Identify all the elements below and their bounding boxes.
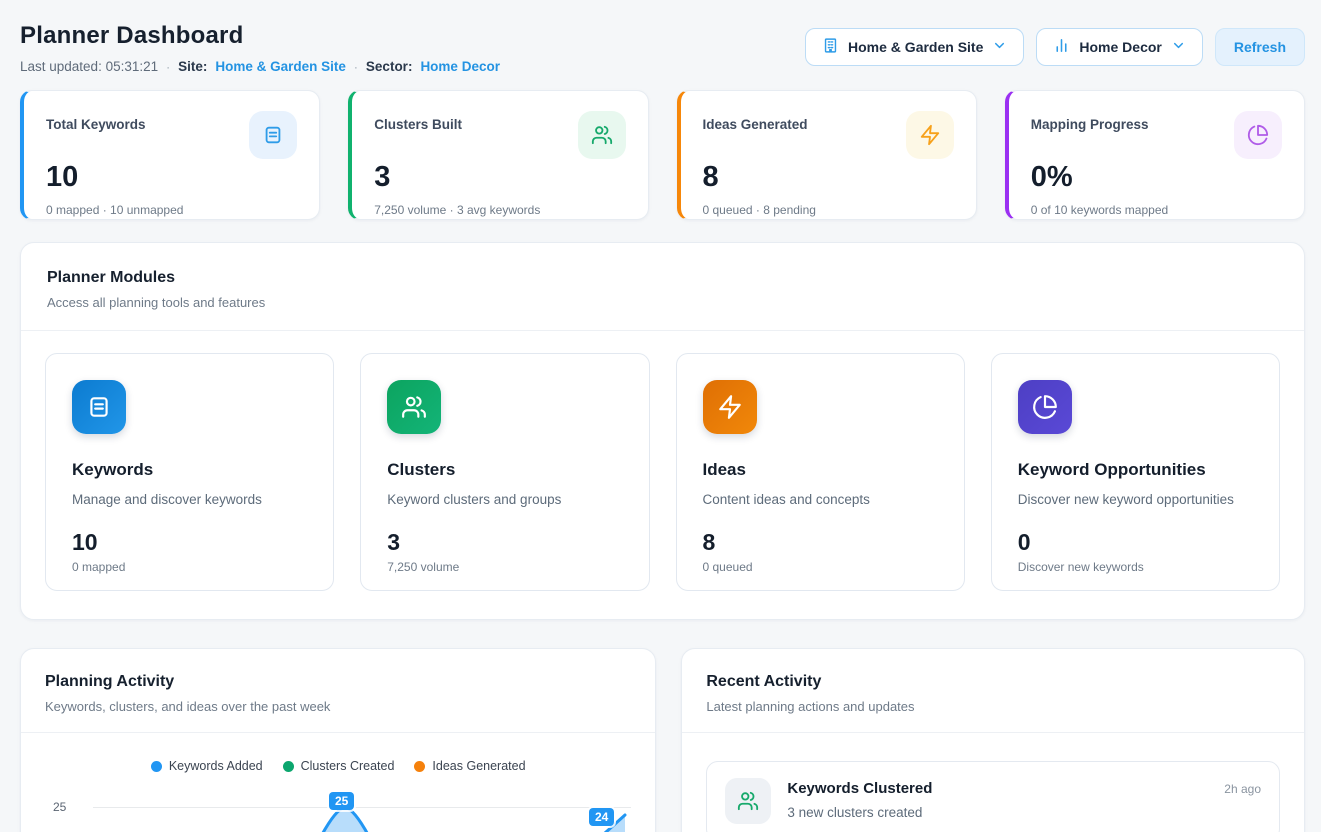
sector-label: Sector: (366, 59, 413, 74)
meta-separator: · (354, 60, 358, 74)
legend-item-clusters-created: Clusters Created (283, 759, 395, 773)
chevron-down-icon (1171, 38, 1186, 56)
stat-sub: 0 mapped · 10 unmapped (46, 203, 297, 217)
modules-grid: Keywords Manage and discover keywords 10… (21, 331, 1304, 591)
legend-label: Clusters Created (301, 759, 395, 773)
module-title: Ideas (703, 460, 938, 480)
chevron-down-icon (992, 38, 1007, 56)
legend-item-keywords-added: Keywords Added (151, 759, 263, 773)
pie-chart-icon (1018, 380, 1072, 434)
module-sub: 7,250 volume (387, 560, 622, 574)
stat-card-mapping-progress: Mapping Progress 0% 0 of 10 keywords map… (1005, 90, 1305, 220)
document-icon (72, 380, 126, 434)
bottom-row: Planning Activity Keywords, clusters, an… (20, 648, 1305, 832)
sector-link[interactable]: Home Decor (420, 59, 500, 74)
title-block: Planner Dashboard Last updated: 05:31:21… (20, 22, 500, 74)
topbar: Planner Dashboard Last updated: 05:31:21… (20, 22, 1305, 74)
module-description: Content ideas and concepts (703, 492, 938, 507)
planner-modules-section: Planner Modules Access all planning tool… (20, 242, 1305, 620)
activity-title: Keywords Clustered (787, 780, 932, 797)
activity-list: Keywords Clustered 2h ago 3 new clusters… (682, 733, 1304, 832)
stat-sub: 7,250 volume · 3 avg keywords (374, 203, 625, 217)
header-controls: Home & Garden Site Home Decor Refresh (805, 28, 1305, 66)
module-card-ideas[interactable]: Ideas Content ideas and concepts 8 0 que… (676, 353, 965, 591)
planning-activity-title: Planning Activity (45, 673, 631, 691)
module-card-clusters[interactable]: Clusters Keyword clusters and groups 3 7… (360, 353, 649, 591)
stat-value: 8 (703, 161, 954, 194)
stat-label: Ideas Generated (703, 111, 808, 132)
users-icon (387, 380, 441, 434)
module-title: Keywords (72, 460, 307, 480)
module-description: Discover new keyword opportunities (1018, 492, 1253, 507)
site-dropdown[interactable]: Home & Garden Site (805, 28, 1024, 66)
module-card-keyword-opportunities[interactable]: Keyword Opportunities Discover new keywo… (991, 353, 1280, 591)
activity-description: 3 new clusters created (787, 805, 1261, 820)
planning-activity-panel: Planning Activity Keywords, clusters, an… (20, 648, 656, 832)
recent-activity-panel: Recent Activity Latest planning actions … (681, 648, 1305, 832)
page-title: Planner Dashboard (20, 22, 500, 50)
module-sub: 0 queued (703, 560, 938, 574)
data-point-label: 25 (329, 792, 354, 810)
chart-legend: Keywords Added Clusters Created Ideas Ge… (45, 759, 631, 773)
planner-dashboard-page: Planner Dashboard Last updated: 05:31:21… (0, 0, 1321, 832)
legend-dot-icon (414, 761, 425, 772)
legend-dot-icon (151, 761, 162, 772)
lightning-icon (703, 380, 757, 434)
sector-dropdown[interactable]: Home Decor (1036, 28, 1202, 66)
legend-item-ideas-generated: Ideas Generated (414, 759, 525, 773)
module-value: 8 (703, 529, 938, 556)
module-value: 0 (1018, 529, 1253, 556)
recent-activity-title: Recent Activity (706, 673, 1280, 691)
stat-value: 0% (1031, 161, 1282, 194)
stat-sub: 0 of 10 keywords mapped (1031, 203, 1282, 217)
module-value: 3 (387, 529, 622, 556)
data-point-label: 24 (589, 808, 614, 826)
recent-activity-subtitle: Latest planning actions and updates (706, 699, 1280, 714)
meta-line: Last updated: 05:31:21 · Site: Home & Ga… (20, 59, 500, 74)
module-card-keywords[interactable]: Keywords Manage and discover keywords 10… (45, 353, 334, 591)
stats-row: Total Keywords 10 0 mapped · 10 unmapped… (20, 90, 1305, 220)
stat-value: 10 (46, 161, 297, 194)
sector-dropdown-label: Home Decor (1079, 39, 1161, 55)
planning-activity-subtitle: Keywords, clusters, and ideas over the p… (45, 699, 631, 714)
stat-sub: 0 queued · 8 pending (703, 203, 954, 217)
last-updated: Last updated: 05:31:21 (20, 59, 158, 74)
site-dropdown-label: Home & Garden Site (848, 39, 983, 55)
stat-card-clusters-built: Clusters Built 3 7,250 volume · 3 avg ke… (348, 90, 648, 220)
stat-label: Mapping Progress (1031, 111, 1149, 132)
meta-separator: · (166, 60, 170, 74)
module-sub: Discover new keywords (1018, 560, 1253, 574)
area-chart-plot: 25 25 24 (45, 787, 631, 832)
pie-chart-icon (1234, 111, 1282, 159)
users-icon (725, 778, 771, 824)
stat-value: 3 (374, 161, 625, 194)
activity-time: 2h ago (1224, 782, 1261, 796)
bar-chart-icon (1053, 37, 1070, 57)
modules-title: Planner Modules (47, 269, 1278, 287)
stat-card-ideas-generated: Ideas Generated 8 0 queued · 8 pending (677, 90, 977, 220)
activity-chart: Keywords Added Clusters Created Ideas Ge… (21, 733, 655, 832)
module-title: Clusters (387, 460, 622, 480)
module-value: 10 (72, 529, 307, 556)
legend-label: Ideas Generated (432, 759, 525, 773)
lightning-icon (906, 111, 954, 159)
module-sub: 0 mapped (72, 560, 307, 574)
activity-item-keywords-clustered[interactable]: Keywords Clustered 2h ago 3 new clusters… (706, 761, 1280, 832)
legend-label: Keywords Added (169, 759, 263, 773)
legend-dot-icon (283, 761, 294, 772)
module-title: Keyword Opportunities (1018, 460, 1253, 480)
users-icon (578, 111, 626, 159)
stat-label: Clusters Built (374, 111, 462, 132)
site-link[interactable]: Home & Garden Site (215, 59, 346, 74)
refresh-button[interactable]: Refresh (1215, 28, 1305, 66)
module-description: Keyword clusters and groups (387, 492, 622, 507)
stat-card-total-keywords: Total Keywords 10 0 mapped · 10 unmapped (20, 90, 320, 220)
stat-label: Total Keywords (46, 111, 146, 132)
modules-subtitle: Access all planning tools and features (47, 295, 1278, 310)
building-icon (822, 37, 839, 57)
site-label: Site: (178, 59, 207, 74)
document-icon (249, 111, 297, 159)
module-description: Manage and discover keywords (72, 492, 307, 507)
